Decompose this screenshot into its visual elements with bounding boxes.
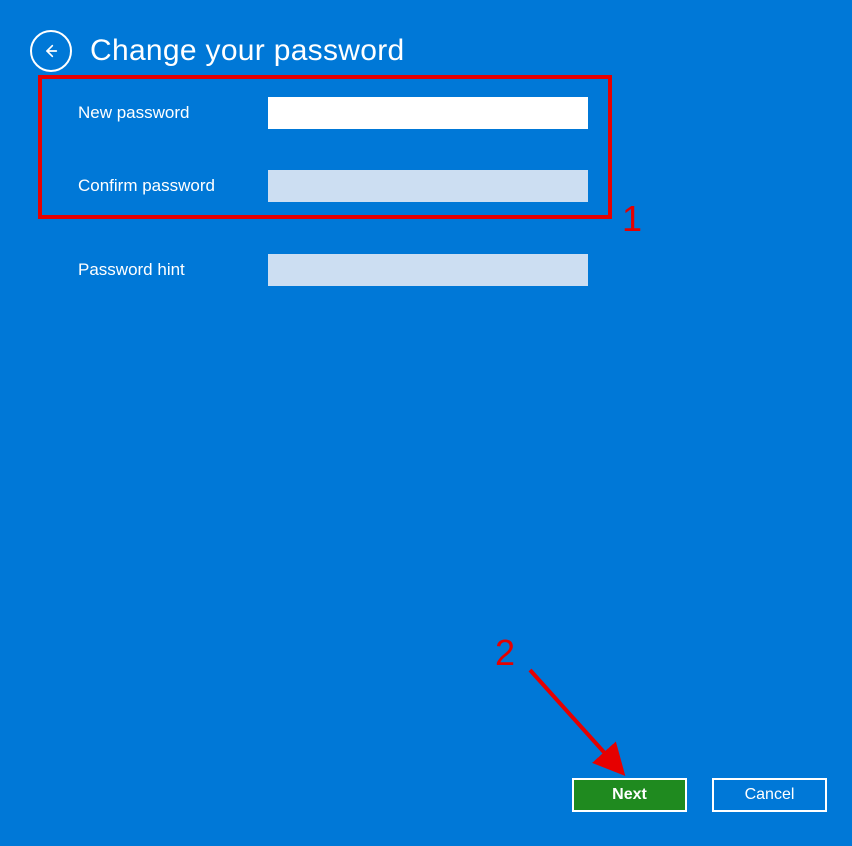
annotation-label-2: 2 bbox=[495, 632, 515, 674]
next-button[interactable]: Next bbox=[572, 778, 687, 812]
annotation-label-1: 1 bbox=[622, 198, 642, 240]
new-password-row: New password bbox=[78, 95, 588, 131]
cancel-button[interactable]: Cancel bbox=[712, 778, 827, 812]
confirm-password-input[interactable] bbox=[268, 170, 588, 202]
back-arrow-icon bbox=[43, 43, 59, 59]
password-hint-label: Password hint bbox=[78, 260, 268, 280]
confirm-password-label: Confirm password bbox=[78, 176, 268, 196]
cancel-button-label: Cancel bbox=[745, 786, 795, 804]
new-password-label: New password bbox=[78, 103, 268, 123]
confirm-password-row: Confirm password bbox=[78, 168, 588, 204]
next-button-label: Next bbox=[612, 786, 647, 804]
page-title: Change your password bbox=[90, 34, 405, 68]
back-button[interactable] bbox=[30, 30, 72, 72]
new-password-input[interactable] bbox=[268, 97, 588, 129]
password-hint-input[interactable] bbox=[268, 254, 588, 286]
password-hint-row: Password hint bbox=[78, 252, 588, 288]
